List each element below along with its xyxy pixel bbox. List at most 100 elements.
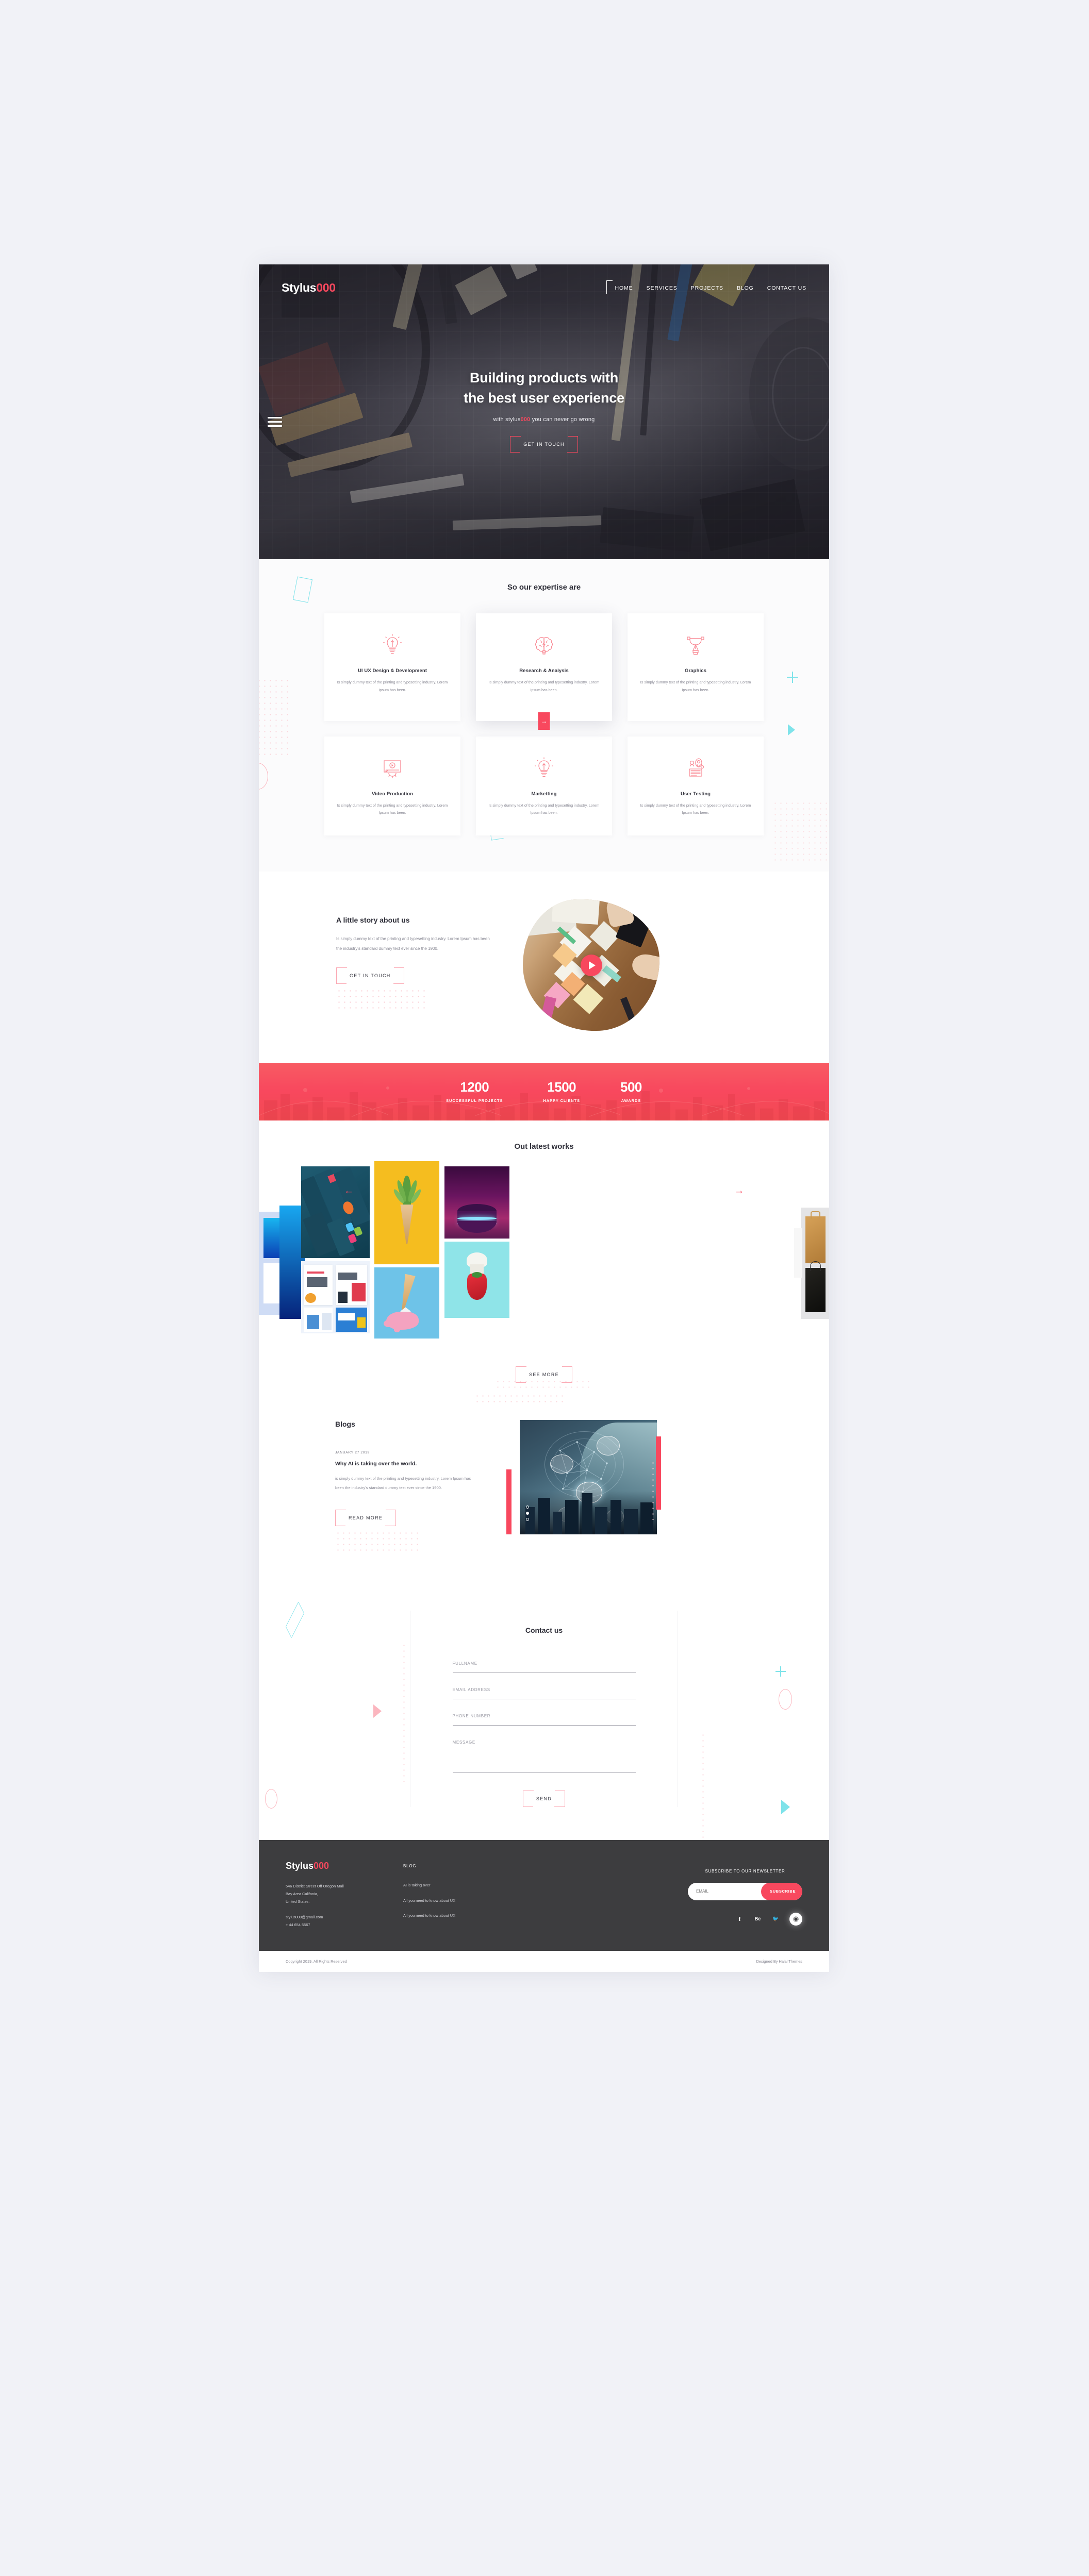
footer-blog-link[interactable]: All you need to know about UX [403, 1897, 537, 1904]
deco-pink-ellipse-right [779, 1688, 792, 1710]
blog-media [502, 1420, 661, 1535]
expertise-card-grid: UI UX Design & Development Is simply dum… [324, 613, 764, 836]
footer-logo-main: Stylus [286, 1860, 314, 1871]
footer-blog-heading: BLOG [403, 1863, 417, 1868]
twitter-icon[interactable]: 🐦 [771, 1915, 780, 1923]
work-tile-neon-podium[interactable] [444, 1166, 509, 1239]
expertise-card-body: Is simply dummy text of the printing and… [640, 680, 751, 692]
expertise-card-body: Is simply dummy text of the printing and… [488, 802, 600, 815]
play-button-icon[interactable] [580, 954, 602, 976]
footer-blog-link[interactable]: All you need to know about UX [403, 1912, 537, 1919]
hero-content: Building products with the best user exp… [259, 368, 829, 453]
blog-excerpt: is simply dummy text of the printing and… [335, 1476, 471, 1490]
story-get-in-touch-button[interactable]: GET IN TOUCH [336, 967, 404, 984]
expertise-card[interactable]: Video Production Is simply dummy text of… [324, 736, 460, 836]
footer-address: 546 District Street Off Oregon Mall Bay … [286, 1883, 344, 1904]
label-email: EMAIL ADDRESS [452, 1687, 490, 1692]
blog-carousel-dots[interactable] [526, 1506, 529, 1521]
expertise-card-featured[interactable]: Research & Analysis Is simply dummy text… [476, 613, 612, 730]
deco-dot-grid-blog-side [650, 1460, 655, 1520]
carousel-dot-active[interactable] [526, 1512, 529, 1515]
story-title: A little story about us [336, 916, 410, 925]
stat-item: 500 AWARDS [620, 1080, 642, 1103]
expertise-card[interactable]: Marketting Is simply dummy text of the p… [476, 736, 612, 836]
footer-blog-link[interactable]: AI is taking over [403, 1882, 537, 1889]
behance-glyph: Bē [754, 1916, 761, 1922]
work-thumb-shopping-bags[interactable] [801, 1208, 829, 1319]
work-tile-pineapple-cone[interactable] [374, 1161, 439, 1265]
hero-cta-wrap: GET IN TOUCH [259, 436, 829, 453]
deco-pink-ellipse-left [265, 1788, 277, 1809]
stat-number: 500 [620, 1079, 642, 1095]
brain-icon [488, 631, 600, 661]
expertise-card-body: Is simply dummy text of the printing and… [640, 802, 751, 815]
footer-email[interactable]: stylus000@gmail.com [286, 1914, 403, 1921]
see-more-button[interactable]: SEE MORE [516, 1366, 572, 1383]
carousel-prev-arrow-icon[interactable]: ← [344, 1185, 354, 1197]
deco-dot-column-left [401, 1642, 406, 1782]
nav-item-projects[interactable]: PROJECTS [691, 285, 723, 291]
textarea-underline[interactable] [452, 1772, 636, 1773]
expertise-card[interactable]: UI UX Design & Development Is simply dum… [324, 613, 460, 721]
read-more-label: READ MORE [349, 1515, 383, 1520]
input-underline[interactable] [452, 1725, 636, 1726]
user-testing-icon [640, 754, 751, 784]
blogs-section: Blogs JANUARY 27 2019 Why AI is taking o… [259, 1390, 829, 1583]
nav-item-services[interactable]: SERVICES [647, 285, 678, 291]
footer-phone[interactable]: + 44 654 5567 [286, 1921, 403, 1929]
nav-bracket-decoration [606, 280, 613, 294]
nav-item-home[interactable]: HOME [615, 285, 633, 291]
newsletter-email-input[interactable] [688, 1882, 761, 1900]
nav-item-blog[interactable]: BLOG [737, 285, 754, 291]
field-phone: PHONE NUMBER [452, 1714, 636, 1726]
work-thumb-white-card[interactable] [794, 1228, 802, 1278]
field-email: EMAIL ADDRESS [452, 1687, 636, 1699]
blog-date: JANUARY 27 2019 [335, 1451, 370, 1455]
field-fullname: FULLNAME [452, 1661, 636, 1673]
contact-title: Contact us [525, 1626, 563, 1634]
stat-number: 1200 [460, 1079, 489, 1095]
hero-get-in-touch-button[interactable]: GET IN TOUCH [510, 436, 578, 453]
footer-logo-accent: 000 [314, 1860, 329, 1871]
behance-icon[interactable]: Bē [753, 1915, 762, 1923]
social-links: f Bē 🐦 ◉ [688, 1912, 802, 1926]
hero-sub-accent: 000 [520, 416, 531, 423]
read-more-button[interactable]: READ MORE [335, 1509, 397, 1526]
send-wrap: SEND [453, 1790, 636, 1807]
arrow-right-icon[interactable]: → [538, 712, 550, 730]
nav-item-contact-us[interactable]: CONTACT US [767, 285, 806, 291]
carousel-dot[interactable] [526, 1506, 529, 1509]
dribbble-icon[interactable]: ◉ [789, 1912, 802, 1926]
newsletter-form: SUBSCRIBE [688, 1882, 802, 1900]
footer-logo[interactable]: Stylus000 [286, 1861, 403, 1871]
expertise-card[interactable]: User Testing Is simply dummy text of the… [628, 736, 764, 836]
deco-dot-column-right [700, 1732, 705, 1840]
footer-blog-column: BLOG AI is taking over All you need to k… [403, 1861, 537, 1929]
hamburger-menu-icon[interactable] [268, 417, 282, 429]
carousel-next-arrow-icon[interactable]: → [734, 1185, 744, 1197]
blog-accent-bar-left [506, 1469, 512, 1535]
input-underline[interactable] [452, 1672, 636, 1673]
works-title: Out latest works [514, 1142, 574, 1151]
deco-cyan-plus-contact [776, 1666, 786, 1677]
expertise-card[interactable]: Graphics Is simply dummy text of the pri… [628, 613, 764, 721]
story-cta-label: GET IN TOUCH [350, 973, 391, 978]
blog-accent-bar-right [656, 1436, 661, 1510]
deco-dot-grid-blogs-bottom [335, 1530, 422, 1552]
hero-title: Building products with the best user exp… [259, 368, 829, 408]
story-body: Is simply dummy text of the printing and… [336, 936, 490, 951]
facebook-icon[interactable]: f [735, 1915, 744, 1923]
hero-section: Stylus000 HOME SERVICES PROJECTS BLOG CO… [259, 264, 829, 559]
subscribe-button[interactable]: SUBSCRIBE [761, 1882, 802, 1900]
blog-text-block: Blogs JANUARY 27 2019 Why AI is taking o… [335, 1420, 473, 1552]
work-tile-tomato-mushroom[interactable] [444, 1242, 509, 1318]
logo[interactable]: Stylus000 [282, 281, 336, 295]
carousel-dot[interactable] [526, 1518, 529, 1521]
send-button[interactable]: SEND [522, 1790, 566, 1807]
work-tile-mobile-app-screens[interactable] [301, 1166, 370, 1259]
expertise-card-title: Marketting [531, 791, 557, 797]
stat-label: HAPPY CLIENTS [543, 1098, 580, 1103]
work-tile-website-mockups[interactable] [301, 1261, 370, 1334]
work-tile-melting-ice-cream[interactable] [374, 1267, 439, 1339]
copyright-bar: Copyright 2019. All Rights Reserved Desi… [259, 1951, 829, 1972]
